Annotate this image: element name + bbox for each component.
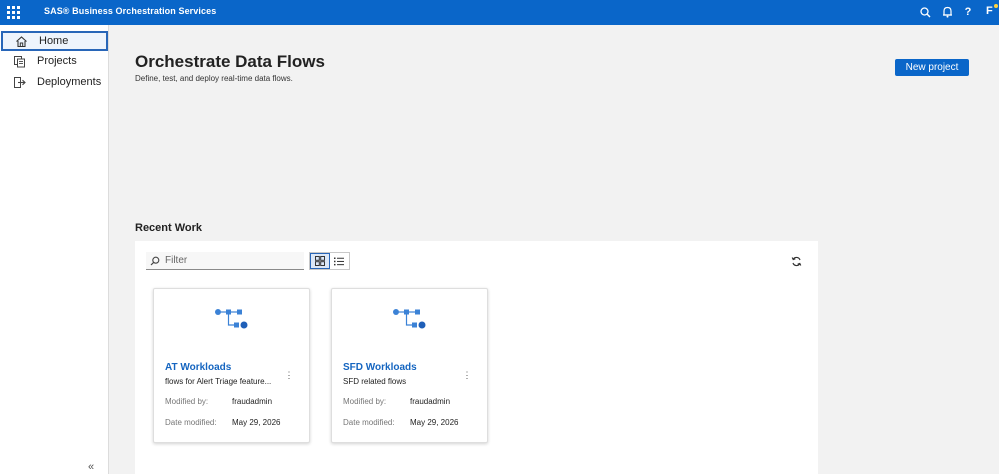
filter-field[interactable] <box>146 252 304 270</box>
date-modified-value: May 29, 2026 <box>410 418 459 427</box>
data-flow-icon <box>393 309 426 329</box>
sidebar-item-deployments[interactable]: Deployments <box>1 72 108 92</box>
grid-view-button[interactable] <box>310 253 330 269</box>
sidebar-item-label: Home <box>39 35 69 47</box>
apps-grid-icon[interactable] <box>6 5 20 19</box>
date-modified-label: Date modified: <box>343 418 395 427</box>
user-avatar[interactable]: F <box>986 5 993 17</box>
page-subtitle: Define, test, and deploy real-time data … <box>135 74 293 83</box>
sidebar-item-label: Deployments <box>37 76 102 88</box>
refresh-button[interactable] <box>789 254 803 268</box>
sidebar: Home Projects Deployments « <box>0 25 109 474</box>
grid-icon <box>314 256 325 266</box>
date-modified-value: May 29, 2026 <box>232 418 281 427</box>
view-toggle <box>309 252 350 270</box>
collapse-sidebar-button[interactable]: « <box>88 461 94 473</box>
card-description: flows for Alert Triage feature... <box>165 377 272 386</box>
page-title: Orchestrate Data Flows <box>135 52 325 71</box>
modified-by-label: Modified by: <box>343 397 387 406</box>
app-title: SAS® Business Orchestration Services <box>44 6 217 16</box>
date-modified-label: Date modified: <box>165 418 217 427</box>
sidebar-item-home[interactable]: Home <box>1 31 108 51</box>
project-card[interactable]: SFD Workloads SFD related flows ⋮ Modifi… <box>331 288 488 443</box>
more-options-icon[interactable]: ⋮ <box>284 369 294 381</box>
search-icon[interactable] <box>917 4 933 20</box>
card-title[interactable]: SFD Workloads <box>343 362 417 373</box>
filter-input[interactable] <box>165 255 295 266</box>
help-icon[interactable]: ? <box>960 4 976 20</box>
card-title[interactable]: AT Workloads <box>165 362 231 373</box>
project-card[interactable]: AT Workloads flows for Alert Triage feat… <box>153 288 310 443</box>
refresh-icon <box>791 256 801 266</box>
projects-icon <box>12 54 26 68</box>
search-icon <box>149 255 161 267</box>
sidebar-item-projects[interactable]: Projects <box>1 51 108 71</box>
recent-work-heading: Recent Work <box>135 222 203 234</box>
more-options-icon[interactable]: ⋮ <box>462 369 472 381</box>
data-flow-icon <box>215 309 248 329</box>
home-icon <box>14 34 28 48</box>
deployments-icon <box>12 75 26 89</box>
new-project-button[interactable]: New project <box>895 59 969 76</box>
bell-icon[interactable] <box>939 4 955 20</box>
user-status-dot <box>994 4 998 8</box>
list-view-button[interactable] <box>330 253 349 269</box>
top-bar: SAS® Business Orchestration Services ? F <box>0 0 999 25</box>
sidebar-item-label: Projects <box>37 55 77 67</box>
modified-by-value: fraudadmin <box>410 397 451 406</box>
list-icon <box>334 257 345 265</box>
card-description: SFD related flows <box>343 377 407 386</box>
modified-by-label: Modified by: <box>165 397 209 406</box>
modified-by-value: fraudadmin <box>232 397 273 406</box>
